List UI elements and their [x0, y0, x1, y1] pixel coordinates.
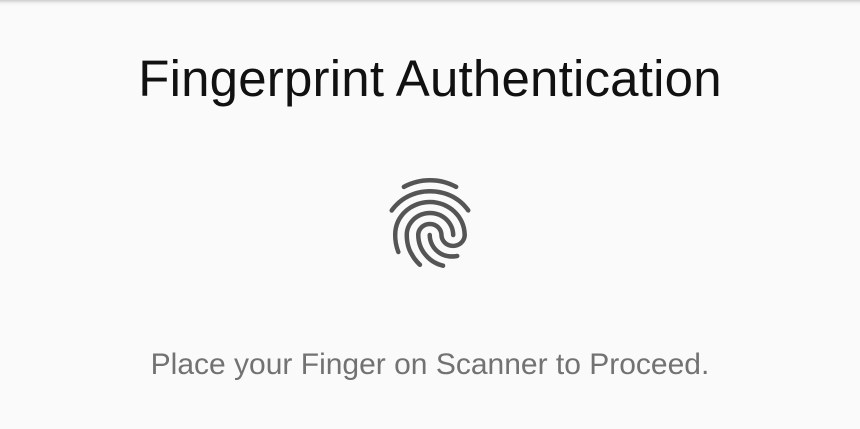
instruction-text: Place your Finger on Scanner to Proceed. [150, 348, 710, 381]
fingerprint-auth-screen: Fingerprint Authentication Place your Fi… [0, 0, 860, 429]
fingerprint-icon[interactable] [376, 167, 484, 279]
page-title: Fingerprint Authentication [138, 50, 722, 107]
